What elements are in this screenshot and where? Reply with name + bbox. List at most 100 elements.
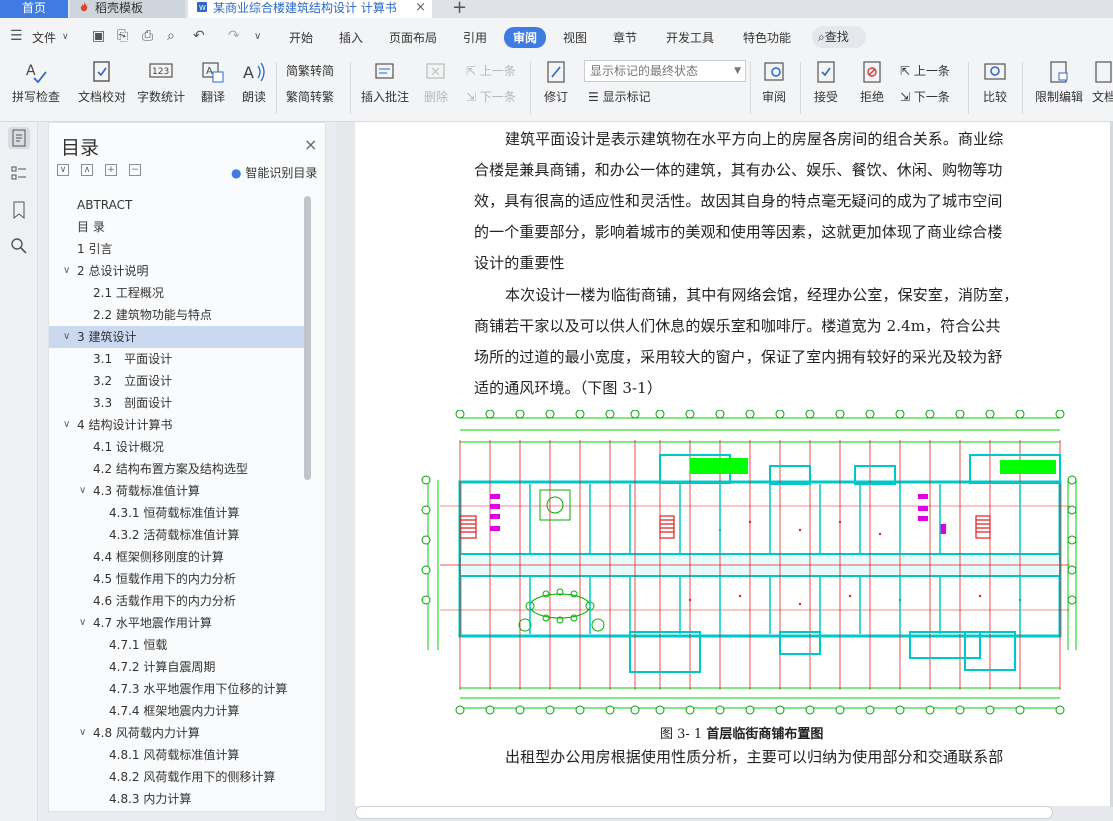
toc-item[interactable]: 3.1 平面设计: [49, 348, 305, 370]
translate-button[interactable]: A 翻译: [192, 60, 234, 105]
toc-item[interactable]: 2.2 建筑物功能与特点: [49, 304, 305, 326]
toc-item[interactable]: 4.8.2 风荷载作用下的侧移计算: [49, 766, 305, 788]
doc-proof-button[interactable]: 文档校对: [76, 60, 128, 105]
export-icon[interactable]: ⎘: [117, 28, 128, 44]
toc-item[interactable]: 4.5 恒载作用下的内力分析: [49, 568, 305, 590]
toc-item[interactable]: 4.3.2 活荷载标准值计算: [49, 524, 305, 546]
menu-review[interactable]: 审阅: [504, 27, 547, 48]
spellcheck-button[interactable]: A 拼写检查: [6, 60, 66, 105]
toc-item[interactable]: ∨ 4.8 风荷载内力计算: [49, 722, 305, 744]
collapse-all-icon[interactable]: ∨: [57, 164, 69, 176]
show-markup-button[interactable]: ☰ 显示标记: [588, 88, 651, 105]
close-tab-icon[interactable]: ×: [415, 0, 426, 16]
review-pane-button[interactable]: 审阅: [754, 60, 794, 105]
markup-state-select[interactable]: 显示标记的最终状态 ▼: [584, 60, 746, 82]
read-aloud-button[interactable]: A 朗读: [238, 60, 270, 105]
expand-arrow-icon[interactable]: ∨: [79, 722, 86, 744]
spellcheck-label: 拼写检查: [11, 90, 60, 104]
add-level-icon[interactable]: +: [105, 164, 117, 176]
nav-pane-icon[interactable]: [8, 163, 30, 185]
toc-item[interactable]: ∨ 2 总设计说明: [49, 260, 305, 282]
chevron-down-icon[interactable]: ∨: [62, 32, 69, 42]
close-icon[interactable]: ×: [304, 135, 317, 154]
toc-item[interactable]: 4.7.2 计算自震周期: [49, 656, 305, 678]
toc-item[interactable]: 4.8.3 内力计算: [49, 788, 305, 809]
toc-item[interactable]: ∨ 4.3 荷载标准值计算: [49, 480, 305, 502]
horizontal-scrollbar[interactable]: [355, 806, 1053, 819]
axis-bubble: [775, 410, 785, 419]
prev-change-button[interactable]: ⇱ 上一条: [900, 62, 950, 79]
doc-permission-button[interactable]: 文档: [1092, 60, 1113, 105]
to-simplified-label: 简转繁: [298, 90, 335, 104]
toc-item[interactable]: 4.3.1 恒荷载标准值计算: [49, 502, 305, 524]
revise-button[interactable]: 修订: [536, 60, 576, 105]
next-change-button[interactable]: ⇲ 下一条: [900, 88, 950, 105]
restrict-edit-button[interactable]: 限制编辑: [1030, 60, 1088, 105]
next-comment-button[interactable]: ⇲ 下一条: [466, 88, 516, 105]
print-icon[interactable]: ⎙: [142, 28, 153, 44]
prev-comment-button[interactable]: ⇱ 上一条: [466, 62, 516, 79]
toc-item[interactable]: 4.8.1 风荷载标准值计算: [49, 744, 305, 766]
expand-arrow-icon[interactable]: ∨: [63, 260, 70, 282]
menu-insert[interactable]: 插入: [339, 29, 363, 46]
insert-comment-button[interactable]: 插入批注: [358, 60, 412, 105]
print-preview-icon[interactable]: ⌕: [167, 28, 175, 44]
expand-arrow-icon[interactable]: ∨: [63, 326, 70, 348]
reject-button[interactable]: 拒绝: [852, 60, 892, 105]
menu-features[interactable]: 特色功能: [743, 29, 791, 46]
tab-home[interactable]: 首页: [0, 0, 68, 18]
toc-item-label: 4.7 水平地震作用计算: [93, 616, 212, 630]
undo-icon[interactable]: ↶: [193, 28, 205, 44]
toc-item[interactable]: 4.1 设计概况: [49, 436, 305, 458]
menu-developer[interactable]: 开发工具: [666, 29, 714, 46]
expand-up-icon[interactable]: ∧: [81, 164, 93, 176]
prev-comment-icon: ⇱: [466, 64, 480, 78]
toc-item[interactable]: 1 引言: [49, 238, 305, 260]
toc-scrollbar[interactable]: [304, 196, 311, 480]
menu-start[interactable]: 开始: [289, 29, 313, 46]
toc-icon[interactable]: [8, 127, 30, 149]
toc-item[interactable]: 3.2 立面设计: [49, 370, 305, 392]
toc-item[interactable]: ABTRACT: [49, 194, 305, 216]
tab-template[interactable]: 稻壳模板: [70, 0, 185, 18]
new-tab-icon[interactable]: +: [452, 0, 467, 18]
expand-arrow-icon[interactable]: ∨: [79, 612, 86, 634]
quick-access-more-icon[interactable]: ∨: [254, 31, 261, 42]
toc-item[interactable]: ∨ 4.7 水平地震作用计算: [49, 612, 305, 634]
redo-icon[interactable]: ↷: [228, 28, 240, 44]
menu-hamburger-icon[interactable]: ☰: [10, 28, 23, 44]
tab-document[interactable]: W 某商业综合楼建筑结构设计 计算书 ×: [188, 0, 432, 18]
menu-view[interactable]: 视图: [563, 29, 587, 46]
accept-button[interactable]: 接受: [806, 60, 846, 105]
remove-level-icon[interactable]: −: [129, 164, 141, 176]
toc-item-label: 目 录: [77, 220, 105, 234]
bookmark-icon[interactable]: [8, 199, 30, 221]
compare-button[interactable]: 比较: [974, 60, 1016, 105]
find-icon[interactable]: [8, 235, 30, 257]
axis-bubble: [805, 705, 815, 715]
expand-arrow-icon[interactable]: ∨: [63, 414, 70, 436]
smart-toc-button[interactable]: ● 智能识别目录: [231, 164, 317, 181]
toc-item[interactable]: 4.7.1 恒载: [49, 634, 305, 656]
to-traditional-button[interactable]: 简繁转简: [286, 62, 334, 79]
save-icon[interactable]: ▣: [92, 28, 105, 44]
toc-item[interactable]: ∨ 4 结构设计计算书: [49, 414, 305, 436]
search-button[interactable]: ⌕查找: [812, 26, 866, 48]
toc-item[interactable]: ∨ 3 建筑设计: [49, 326, 305, 348]
toc-item[interactable]: 3.3 剖面设计: [49, 392, 305, 414]
toc-item[interactable]: 4.7.3 水平地震作用下位移的计算: [49, 678, 305, 700]
toc-item[interactable]: 4.7.4 框架地震内力计算: [49, 700, 305, 722]
to-simplified-button[interactable]: 繁简转繁: [286, 88, 334, 105]
toc-item[interactable]: 2.1 工程概况: [49, 282, 305, 304]
toc-item[interactable]: 4.2 结构布置方案及结构选型: [49, 458, 305, 480]
menu-chapter[interactable]: 章节: [613, 29, 637, 46]
word-count-button[interactable]: 123 字数统计: [136, 60, 186, 105]
menu-file[interactable]: 文件: [32, 29, 56, 46]
expand-arrow-icon[interactable]: ∨: [79, 480, 86, 502]
menu-reference[interactable]: 引用: [463, 29, 487, 46]
menu-layout[interactable]: 页面布局: [389, 29, 437, 46]
delete-comment-button[interactable]: 删除: [418, 60, 454, 105]
toc-item[interactable]: 4.4 框架侧移刚度的计算: [49, 546, 305, 568]
toc-item[interactable]: 目 录: [49, 216, 305, 238]
toc-item[interactable]: 4.6 活载作用下的内力分析: [49, 590, 305, 612]
